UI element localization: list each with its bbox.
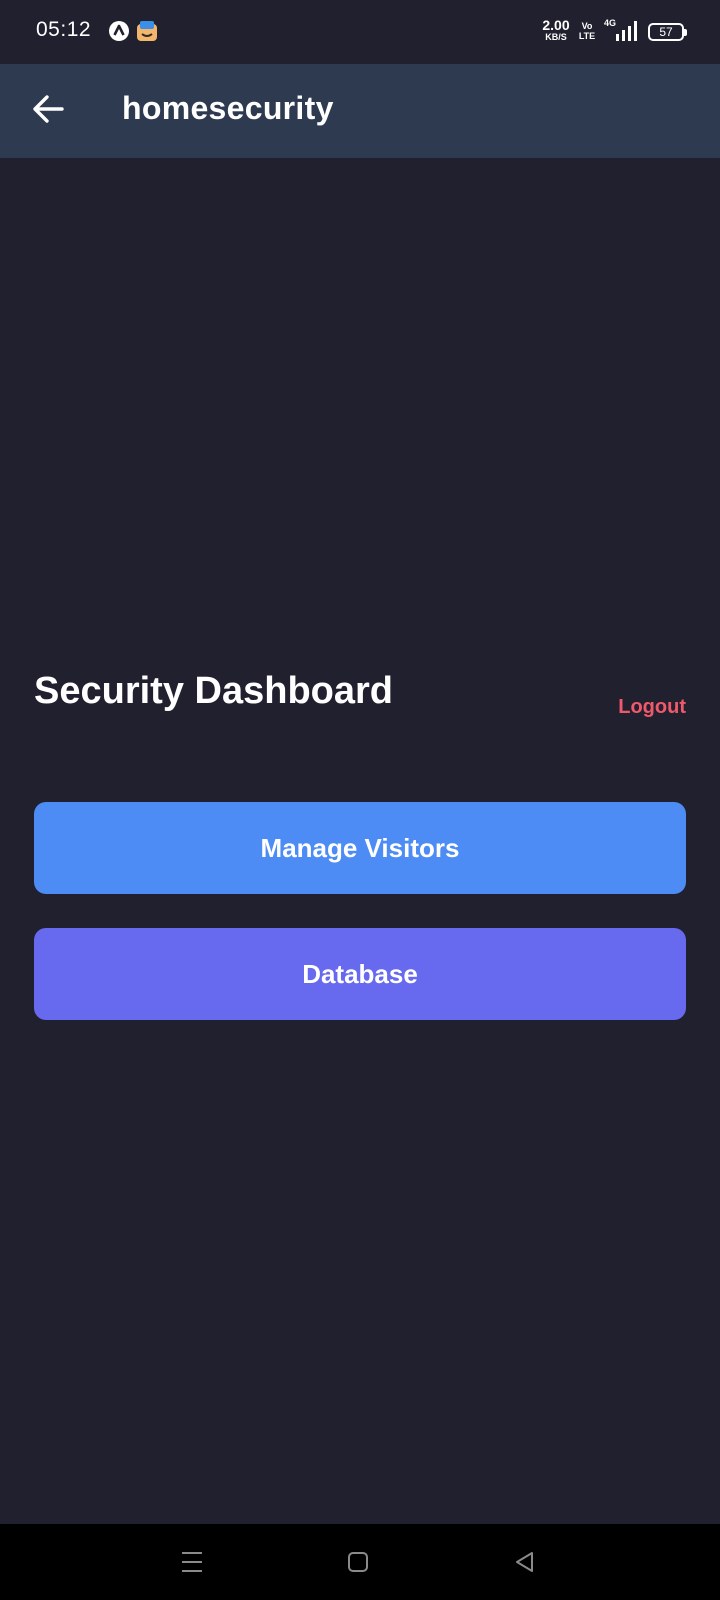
arrow-left-icon (33, 95, 64, 123)
menu-icon (182, 1552, 202, 1572)
system-navigation-bar (0, 1524, 720, 1600)
home-button[interactable] (340, 1544, 376, 1580)
back-triangle-icon (516, 1552, 533, 1572)
signal-strength-icon: 4G (604, 16, 644, 44)
database-button[interactable]: Database (34, 928, 686, 1020)
screen: 05:12 2.00 KB/S Vo LTE 4G 57 homesecurit… (0, 0, 720, 1600)
signal-bars-icon (616, 21, 637, 41)
battery-icon: 57 (648, 23, 687, 41)
volte-indicator: Vo LTE (578, 21, 596, 41)
home-icon (348, 1552, 368, 1572)
back-button[interactable] (26, 86, 72, 132)
network-speed: 2.00 KB/S (542, 17, 570, 42)
manage-visitors-button[interactable]: Manage Visitors (34, 802, 686, 894)
logout-link[interactable]: Logout (618, 696, 686, 719)
system-back-button[interactable] (506, 1544, 542, 1580)
page-title: Security Dashboard (34, 670, 393, 712)
recent-apps-button[interactable] (174, 1544, 210, 1580)
status-bar: 05:12 2.00 KB/S Vo LTE 4G 57 (0, 0, 720, 64)
app-title: homesecurity (122, 90, 334, 126)
app-notification-icon (109, 21, 129, 41)
status-time: 05:12 (36, 18, 92, 41)
app-bar: homesecurity (0, 64, 720, 158)
store-app-icon (137, 21, 157, 41)
